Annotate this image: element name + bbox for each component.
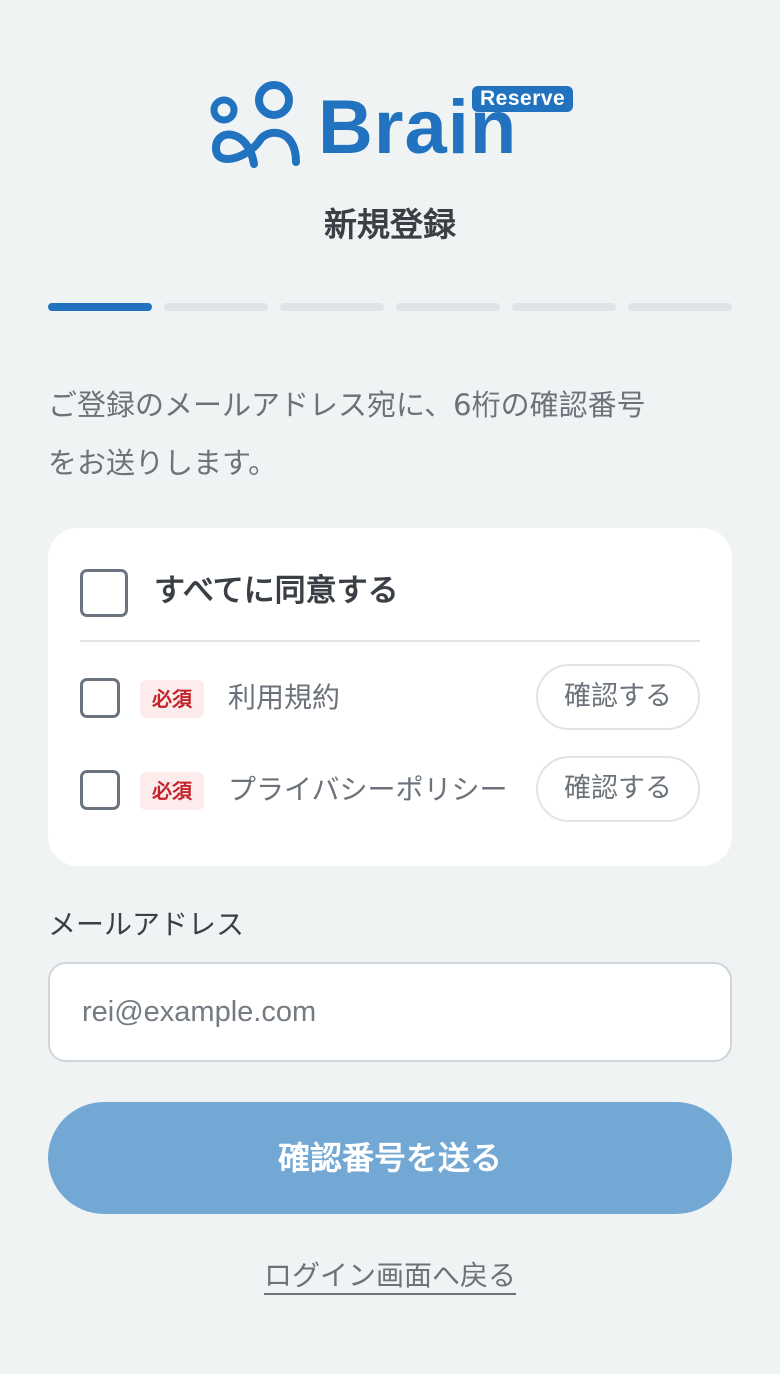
email-label: メールアドレス: [48, 908, 245, 941]
progress-step-2: [164, 303, 268, 311]
terms-confirm-button[interactable]: 確認する: [536, 664, 700, 730]
terms-label: 利用規約: [228, 681, 341, 714]
privacy-checkbox[interactable]: [80, 770, 120, 810]
intro-text: ご登録のメールアドレス宛に、6桁の確認番号 をお送りします。: [48, 376, 738, 492]
agree-all-checkbox[interactable]: [80, 569, 128, 617]
required-badge: 必須: [140, 772, 204, 810]
privacy-confirm-button[interactable]: 確認する: [536, 756, 700, 822]
email-input[interactable]: [48, 962, 732, 1062]
required-badge: 必須: [140, 680, 204, 718]
progress-step-6: [628, 303, 732, 311]
back-to-login-link-wrap: ログイン画面へ戻る: [0, 1252, 780, 1300]
intro-line-2: をお送りします。: [48, 446, 278, 480]
people-icon: [210, 81, 300, 168]
progress-step-5: [512, 303, 616, 311]
privacy-label: プライバシーポリシー: [228, 773, 508, 806]
agreement-row-privacy: 必須 プライバシーポリシー 確認する: [48, 754, 732, 824]
progress-step-1: [48, 303, 152, 311]
brand-badge: Reserve: [472, 86, 574, 112]
progress-steps: [48, 303, 732, 311]
back-to-login-link[interactable]: ログイン画面へ戻る: [264, 1259, 516, 1292]
agreement-card: すべてに同意する 必須 利用規約 確認する 必須 プライバシーポリシー 確認する: [48, 528, 732, 866]
terms-checkbox[interactable]: [80, 678, 120, 718]
divider: [80, 640, 700, 642]
brand-logo: Brain Reserve: [208, 78, 578, 170]
agreement-row-terms: 必須 利用規約 確認する: [48, 662, 732, 732]
progress-step-3: [280, 303, 384, 311]
agree-all-label[interactable]: すべてに同意する: [154, 566, 399, 616]
progress-step-4: [396, 303, 500, 311]
intro-line-1: ご登録のメールアドレス宛に、6桁の確認番号: [48, 388, 646, 422]
send-code-button[interactable]: 確認番号を送る: [48, 1102, 732, 1214]
page-title: 新規登録: [324, 205, 456, 244]
